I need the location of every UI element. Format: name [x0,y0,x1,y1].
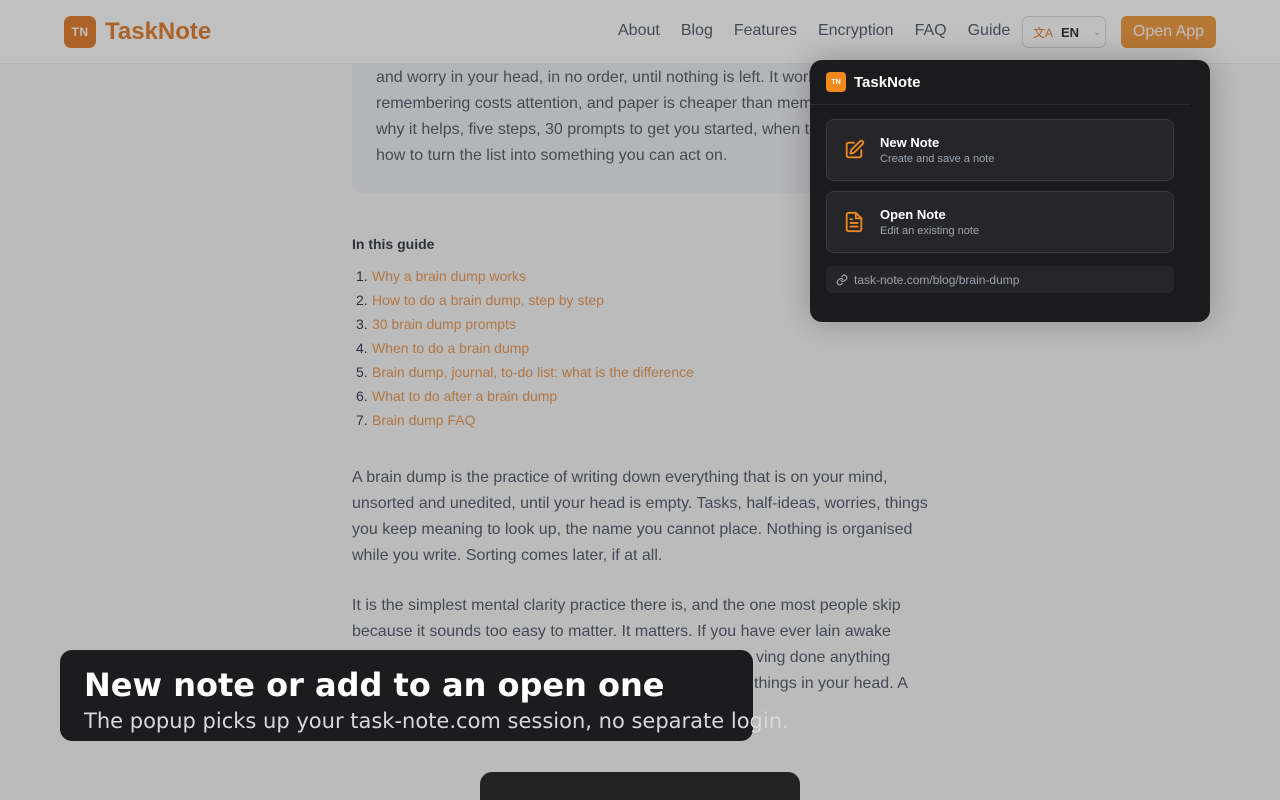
new-note-subtitle: Create and save a note [880,153,995,165]
new-note-title: New Note [880,135,940,150]
caption-box: New note or add to an open one The popup… [60,650,789,741]
open-note-subtitle: Edit an existing note [880,225,980,237]
popup-logo-mark: TN [826,72,846,92]
extension-popup: TN TaskNote New Note Create and save a n… [810,60,1210,322]
open-note-title: Open Note [880,207,946,222]
document-icon [845,211,863,233]
current-url: task-note.com/blog/brain-dump [826,266,1174,293]
url-text: task-note.com/blog/brain-dump [854,272,1020,287]
caption-title: New note or add to an open one [84,666,665,704]
divider [810,104,1190,105]
edit-icon [845,139,865,159]
caption-subtitle: The popup picks up your task-note.com se… [84,709,789,733]
new-note-button[interactable]: New Note Create and save a note [826,119,1174,181]
popup-header: TN TaskNote [826,72,920,92]
popup-title: TaskNote [854,73,921,91]
open-note-button[interactable]: Open Note Edit an existing note [826,191,1174,253]
link-icon [836,274,848,285]
